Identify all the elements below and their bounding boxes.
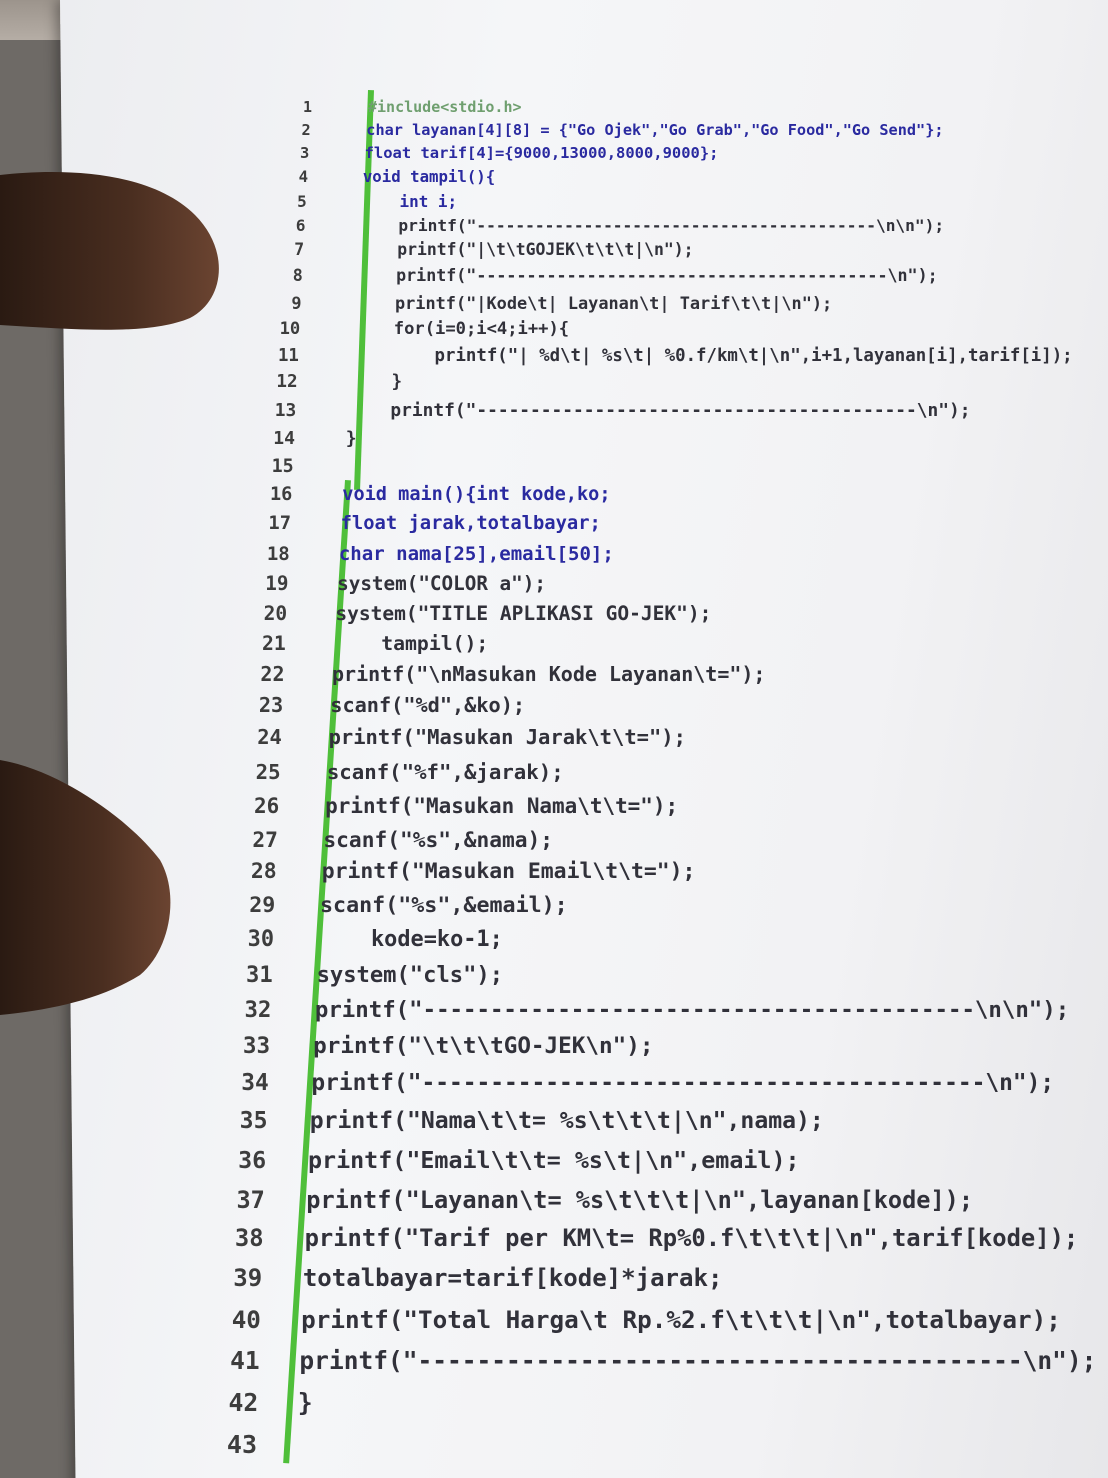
code-line: } (349, 372, 403, 392)
line-number: 5 (297, 192, 307, 211)
line-number: 8 (292, 266, 303, 285)
line-number: 32 (244, 997, 272, 1023)
line-number: 10 (279, 319, 301, 339)
line-number: 15 (271, 456, 294, 477)
code-line: printf("Masukan Jarak\t\t="); (328, 725, 686, 749)
code-line: printf("| %d\t| %s\t| %0.f/km\t|\n",i+1,… (350, 346, 1073, 366)
line-number: 26 (254, 794, 280, 818)
line-number: 31 (246, 962, 273, 988)
code-line: scanf("%f",&jarak); (326, 760, 564, 784)
code-line: char layanan[4][8] = {"Go Ojek","Go Grab… (366, 121, 944, 139)
code-line: printf("Total Harga\t Rp.%2.f\t\t\t|\n",… (301, 1305, 1061, 1334)
line-number: 9 (291, 293, 302, 313)
code-line: printf("--------------------------------… (359, 216, 945, 235)
line-number: 14 (273, 428, 295, 449)
line-number: 12 (276, 372, 298, 392)
code-line: system("cls"); (316, 962, 504, 988)
code-line: tampil(); (333, 632, 489, 655)
line-number: 30 (247, 927, 275, 952)
code-line: int i; (361, 192, 458, 211)
line-number: 28 (250, 859, 277, 884)
line-number: 6 (295, 216, 306, 235)
code-line: printf("--------------------------------… (347, 400, 971, 421)
code-line: scanf("%d",&ko); (330, 693, 526, 717)
code-line: printf("Masukan Email\t\t="); (321, 859, 696, 884)
code-line: for(i=0;i<4;i++){ (352, 319, 570, 339)
code-line: printf("|Kode\t| Layanan\t| Tarif\t\t|\n… (354, 293, 833, 313)
code-line: printf("Layanan\t= %s\t\t\t|\n",layanan[… (306, 1186, 974, 1214)
code-line: printf("Email\t\t= %s\t|\n",email); (308, 1146, 800, 1174)
code-line: printf("\nMasukan Kode Layanan\t="); (332, 662, 766, 686)
line-number: 24 (257, 725, 282, 749)
line-number: 33 (242, 1033, 271, 1059)
code-line: printf("--------------------------------… (314, 997, 1070, 1023)
code-line: printf("Tarif per KM\t= Rp%0.f\t\t\t|\n"… (304, 1224, 1079, 1252)
line-number: 20 (263, 602, 288, 625)
line-number: 16 (269, 484, 293, 505)
line-number: 35 (239, 1108, 268, 1134)
code-line: kode=ko-1; (318, 927, 503, 952)
code-line: printf("Nama\t\t= %s\t\t\t|\n",nama); (309, 1108, 824, 1134)
line-number: 22 (260, 662, 285, 686)
code-line: char nama[25],email[50]; (338, 543, 614, 565)
code-line: void main(){int kode,ko; (342, 484, 611, 505)
photo-scene: 1 #include<stdio.h> 2 char layanan[4][8] = … (0, 0, 1108, 1478)
line-number: 13 (274, 400, 297, 421)
code-line: scanf("%s",&email); (320, 893, 568, 918)
code-line: totalbayar=tarif[kode]*jarak; (302, 1264, 723, 1292)
line-number: 42 (228, 1388, 259, 1417)
code-line: system("COLOR a"); (337, 572, 546, 595)
line-number: 25 (255, 760, 281, 784)
line-number: 43 (226, 1430, 257, 1459)
code-line: } (297, 1388, 313, 1417)
line-number: 27 (252, 827, 278, 852)
code-line: printf("--------------------------------… (311, 1070, 1055, 1096)
line-number: 2 (301, 121, 311, 139)
line-number: 11 (277, 346, 299, 366)
line-number: 36 (238, 1146, 267, 1174)
line-number: 39 (233, 1264, 263, 1292)
code-line: printf("\t\t\tGO-JEK\n"); (313, 1033, 654, 1059)
line-number: 41 (230, 1346, 260, 1375)
line-number: 37 (236, 1186, 265, 1214)
code-line: printf("Masukan Nama\t\t="); (325, 794, 679, 818)
line-number: 40 (231, 1305, 261, 1334)
line-number: 19 (265, 572, 289, 595)
code-line: float tarif[4]={9000,13000,8000,9000}; (364, 144, 719, 162)
line-number: 1 (302, 98, 312, 116)
line-number: 3 (300, 144, 310, 162)
code-line: printf("--------------------------------… (299, 1346, 1097, 1375)
line-number: 38 (234, 1224, 264, 1252)
line-number: 7 (294, 240, 305, 259)
line-number: 29 (249, 893, 276, 918)
code-line: #include<stdio.h> (368, 98, 522, 116)
line-number: 23 (258, 693, 284, 717)
code-line: system("TITLE APLIKASI GO-JEK"); (335, 602, 712, 625)
line-number: 17 (268, 513, 292, 534)
line-number: 4 (298, 167, 309, 186)
code-line: printf("--------------------------------… (356, 266, 938, 285)
code-line: } (345, 428, 357, 449)
code-listing: 1 #include<stdio.h> 2 char layanan[4][8] = … (0, 0, 1108, 1478)
code-line: scanf("%s",&nama); (323, 827, 554, 852)
code-line: printf("|\t\tGOJEK\t\t\t|\n"); (357, 240, 694, 259)
line-number: 18 (266, 543, 290, 565)
line-number: 21 (262, 632, 286, 655)
code-line: void tampil(){ (362, 167, 496, 186)
line-number: 34 (241, 1070, 269, 1096)
code-line: float jarak,totalbayar; (340, 513, 601, 534)
